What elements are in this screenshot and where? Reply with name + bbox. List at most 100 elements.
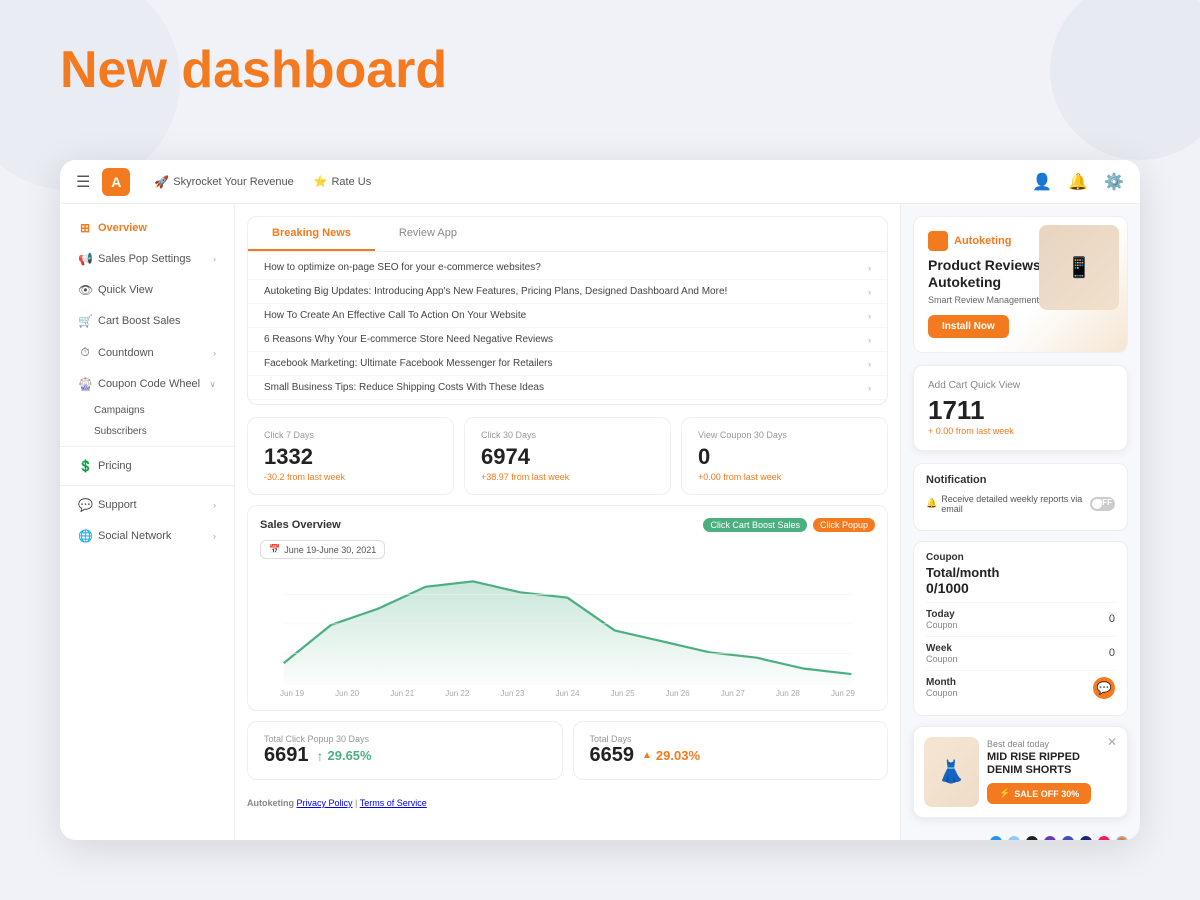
color-dot-purple[interactable] [1044, 836, 1056, 840]
best-deal-name: MID RISE RIPPED DENIM SHORTS [987, 751, 1117, 777]
chevron-right-icon-4: › [213, 531, 216, 541]
color-dots [901, 828, 1140, 840]
bell-icon[interactable]: 🔔 [1068, 172, 1088, 192]
hamburger-icon[interactable]: ☰ [76, 172, 90, 192]
sales-overview-title: Sales Overview [260, 519, 341, 531]
content-wrapper: Breaking News Review App How to optimize… [235, 204, 1140, 840]
chat-icon[interactable]: 💬 [1093, 677, 1115, 699]
sidebar-item-campaigns[interactable]: Campaigns [60, 400, 234, 421]
user-icon[interactable]: 👤 [1032, 172, 1052, 192]
pricing-icon: 💲 [78, 459, 92, 473]
coupon-total: Total/month 0/1000 [926, 565, 1115, 596]
cart-boost-icon: 🛒 [78, 314, 92, 328]
coupon-row-month: Month Coupon 💬 [926, 670, 1115, 705]
center-content: Breaking News Review App How to optimize… [235, 204, 900, 840]
stat-card-click-30: Click 30 Days 6974 +38.97 from last week [464, 417, 671, 495]
ad-logo-icon [928, 231, 948, 251]
sales-chart [260, 565, 875, 685]
arrow-up-icon: ↑ [317, 748, 324, 764]
tab-review-app[interactable]: Review App [375, 217, 481, 251]
ad-logo-text: Autoketing [954, 235, 1011, 247]
color-dot-lightblue[interactable] [1008, 836, 1020, 840]
sidebar-item-quick-view[interactable]: 👁 Quick View [64, 275, 230, 305]
quick-view-icon: 👁 [78, 283, 92, 297]
add-cart-quick-view: Add Cart Quick View 1711 + 0.00 from las… [913, 365, 1128, 451]
right-panel: Autoketing Product Reviews Autoketing Sm… [900, 204, 1140, 840]
sidebar-item-cart-boost[interactable]: 🛒 Cart Boost Sales [64, 306, 230, 336]
sidebar-divider [60, 446, 234, 447]
date-filter[interactable]: 📅 June 19-June 30, 2021 [260, 540, 385, 559]
sidebar-item-pricing[interactable]: 💲 Pricing [64, 451, 230, 481]
best-deal-tag: Best deal today [987, 739, 1117, 749]
news-item[interactable]: Autoketing Big Updates: Introducing App'… [248, 280, 887, 304]
privacy-link[interactable]: Privacy Policy [297, 798, 353, 808]
bottom-stats: Total Click Popup 30 Days 6691 ↑ 29.65% … [247, 721, 888, 780]
logo-icon: A [102, 168, 130, 196]
acqv-change: + 0.00 from last week [928, 426, 1113, 436]
badge-click-popup[interactable]: Click Popup [813, 518, 875, 532]
notification-title: Notification [926, 474, 1115, 486]
best-deal-image: 👗 [924, 737, 979, 807]
badge-cart-boost[interactable]: Click Cart Boost Sales [703, 518, 807, 532]
sidebar-item-overview[interactable]: ⊞ Overview [64, 213, 230, 243]
skyrocket-icon: 🚀 [154, 175, 169, 189]
terms-link[interactable]: Terms of Service [360, 798, 427, 808]
notification-toggle[interactable]: OFF [1090, 497, 1115, 511]
bottom-stat-days: Total Days 6659 ▲ 29.03% [573, 721, 889, 780]
sidebar-item-social[interactable]: 🌐 Social Network › [64, 521, 230, 551]
sidebar-item-sales-pop[interactable]: 📢 Sales Pop Settings › [64, 244, 230, 274]
coupon-icon: 🎡 [78, 377, 92, 391]
coupon-title: Coupon [926, 552, 1115, 563]
stat-card-coupon-30: View Coupon 30 Days 0 +0.00 from last we… [681, 417, 888, 495]
sales-overview: Sales Overview Click Cart Boost Sales Cl… [247, 505, 888, 711]
logo: A [102, 168, 130, 196]
product-reviews-ad: Autoketing Product Reviews Autoketing Sm… [913, 216, 1128, 353]
coupon-section: Coupon Total/month 0/1000 Today Coupon 0 [913, 541, 1128, 716]
news-item[interactable]: 6 Reasons Why Your E-commerce Store Need… [248, 328, 887, 352]
coupon-row-week: Week Coupon 0 [926, 636, 1115, 670]
bottom-stat-popup: Total Click Popup 30 Days 6691 ↑ 29.65% [247, 721, 563, 780]
sidebar-item-coupon-wheel[interactable]: 🎡 Coupon Code Wheel ∨ [64, 369, 230, 399]
news-item[interactable]: Small Business Tips: Reduce Shipping Cos… [248, 376, 887, 400]
chevron-right-icon: › [213, 254, 216, 264]
news-list: How to optimize on-page SEO for your e-c… [248, 252, 887, 404]
color-dot-indigo[interactable] [1062, 836, 1074, 840]
color-dot-orange[interactable] [1116, 836, 1128, 840]
close-icon[interactable]: ✕ [1107, 735, 1117, 749]
chevron-right-icon-3: › [213, 500, 216, 510]
color-dot-blue[interactable] [990, 836, 1002, 840]
skyrocket-label: 🚀 Skyrocket Your Revenue [154, 175, 293, 189]
chart-area [260, 565, 875, 685]
news-item[interactable]: How to optimize on-page SEO for your e-c… [248, 256, 887, 280]
sidebar-divider-2 [60, 485, 234, 486]
arrow-icon: › [868, 311, 871, 321]
bell-small-icon: 🔔 [926, 498, 937, 509]
sale-off-button[interactable]: ⚡ SALE OFF 30% [987, 783, 1091, 804]
top-bar: ☰ A 🚀 Skyrocket Your Revenue ⭐ Rate Us 👤… [60, 160, 1140, 204]
color-dot-black[interactable] [1026, 836, 1038, 840]
color-dot-darkblue[interactable] [1080, 836, 1092, 840]
sidebar-item-subscribers[interactable]: Subscribers [60, 421, 234, 442]
countdown-icon: ⏱ [78, 345, 92, 360]
coupon-row-today: Today Coupon 0 [926, 602, 1115, 636]
arrow-up-icon-2: ▲ [642, 750, 652, 761]
gear-icon[interactable]: ⚙️ [1104, 172, 1124, 192]
acqv-title: Add Cart Quick View [928, 380, 1113, 391]
sidebar-item-countdown[interactable]: ⏱ Countdown › [64, 337, 230, 368]
sidebar-item-support[interactable]: 💬 Support › [64, 490, 230, 520]
sales-badges: Click Cart Boost Sales Click Popup [703, 518, 875, 532]
stats-row: Click 7 Days 1332 -30.2 from last week C… [247, 417, 888, 495]
news-item[interactable]: Facebook Marketing: Ultimate Facebook Me… [248, 352, 887, 376]
sidebar: ⊞ Overview 📢 Sales Pop Settings › 👁 Quic… [60, 204, 235, 840]
install-now-button[interactable]: Install Now [928, 315, 1009, 338]
acqv-value: 1711 [928, 395, 1113, 426]
color-dot-pink[interactable] [1098, 836, 1110, 840]
lightning-icon: ⚡ [999, 788, 1010, 799]
calendar-icon: 📅 [269, 544, 280, 555]
tab-breaking-news[interactable]: Breaking News [248, 217, 375, 251]
chart-x-labels: Jun 19 Jun 20 Jun 21 Jun 22 Jun 23 Jun 2… [260, 685, 875, 698]
chevron-right-icon-2: › [213, 348, 216, 358]
rate-us-label[interactable]: ⭐ Rate Us [314, 175, 371, 188]
news-item[interactable]: How To Create An Effective Call To Actio… [248, 304, 887, 328]
dashboard-body: ⊞ Overview 📢 Sales Pop Settings › 👁 Quic… [60, 204, 1140, 840]
